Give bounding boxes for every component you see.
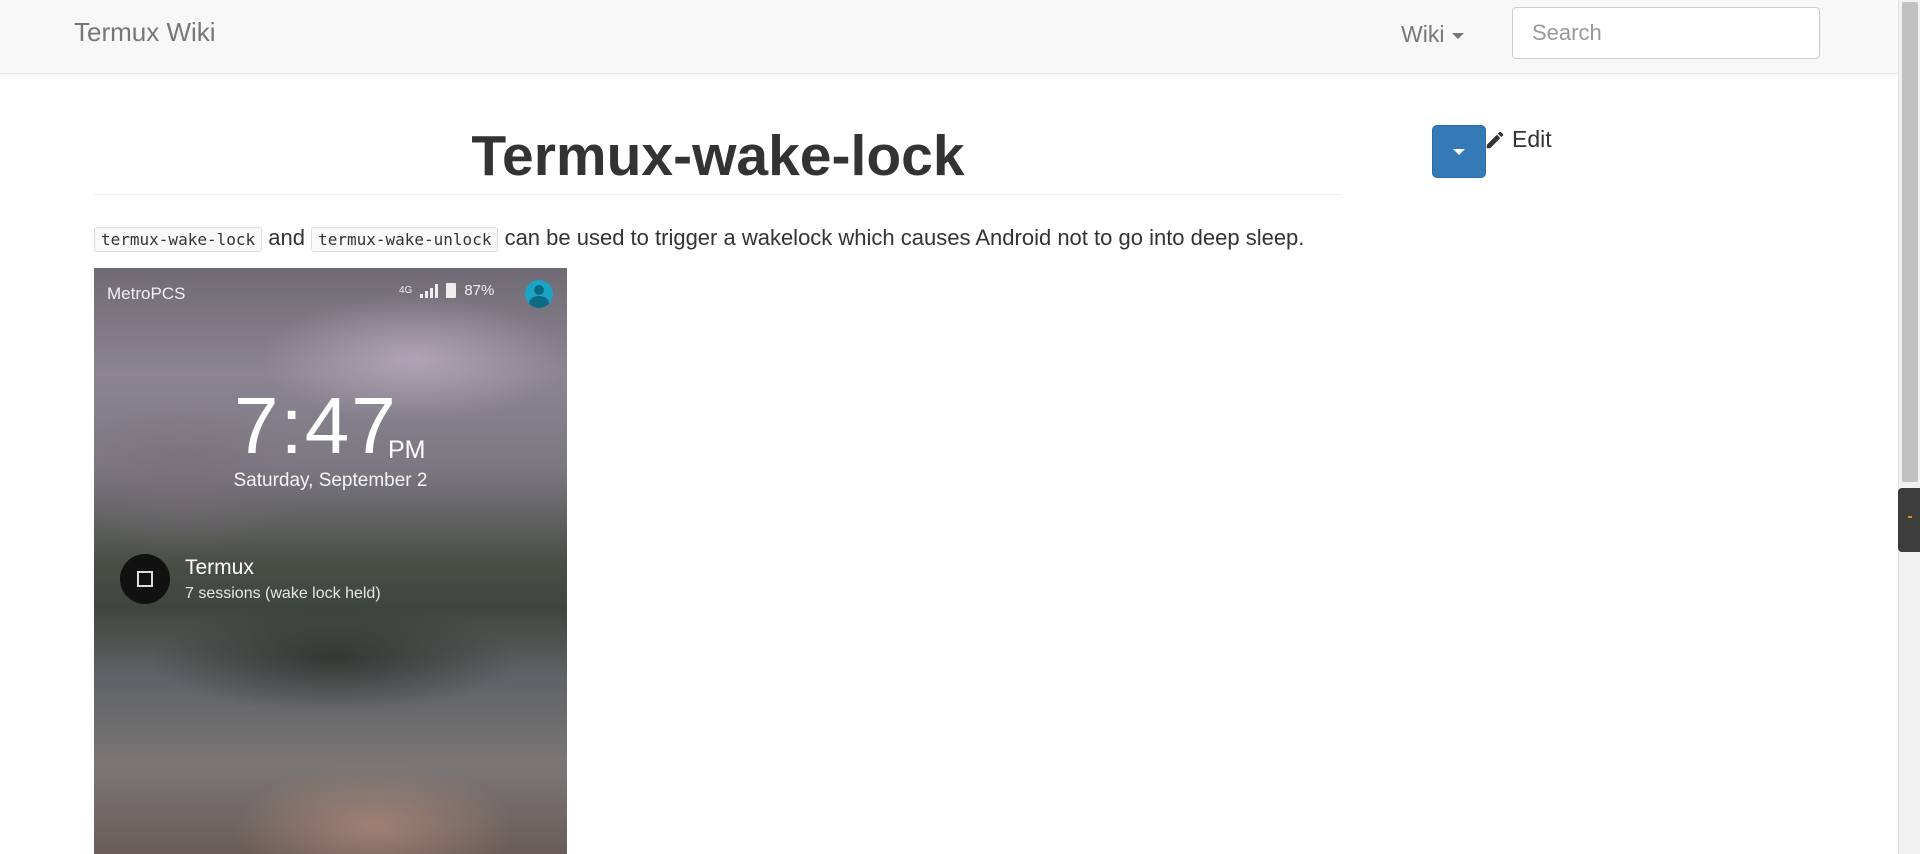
notification-text: 7 sessions (wake lock held): [185, 585, 381, 602]
termux-app-icon: [120, 554, 170, 604]
paragraph-text-and: and: [262, 225, 312, 250]
wiki-dropdown[interactable]: Wiki: [1401, 21, 1465, 48]
battery-icon: [446, 283, 457, 298]
intro-paragraph: termux-wake-lock and termux-wake-unlock …: [94, 224, 1304, 254]
caret-down-icon: [1452, 33, 1465, 39]
page-title: Termux-wake-lock: [471, 124, 965, 188]
carrier-label: MetroPCS: [107, 284, 186, 303]
user-avatar-icon: [525, 280, 553, 308]
code-termux-wake-lock: termux-wake-lock: [94, 227, 263, 252]
signal-icon: [420, 283, 439, 298]
caret-down-icon: [1453, 148, 1465, 155]
lockscreen-clock: 7:47: [234, 381, 398, 470]
title-divider: [94, 194, 1342, 195]
edit-label: Edit: [1512, 126, 1552, 152]
lockscreen-date: Saturday, September 2: [233, 470, 428, 491]
top-navbar: Termux Wiki Wiki: [0, 0, 1898, 74]
vertical-scrollbar[interactable]: [1898, 0, 1920, 854]
page-actions-dropdown-button[interactable]: [1432, 125, 1486, 178]
scrollbar-thumb[interactable]: [1902, 2, 1918, 482]
lockscreen-ampm: PM: [388, 436, 426, 464]
edit-link[interactable]: Edit: [1484, 126, 1552, 153]
status-icons: 4G 87%: [399, 282, 494, 299]
search-input[interactable]: [1512, 7, 1820, 59]
paragraph-text: can be used to trigger a wakelock which …: [498, 225, 1305, 250]
battery-percent: 87%: [464, 282, 495, 299]
brand-link[interactable]: Termux Wiki: [74, 17, 216, 48]
wiki-dropdown-label: Wiki: [1401, 21, 1445, 47]
code-termux-wake-unlock: termux-wake-unlock: [311, 227, 499, 252]
pencil-icon: [1486, 131, 1504, 148]
side-panel-handle[interactable]: [1898, 488, 1920, 552]
lockscreen-screenshot-image: MetroPCS 4G 87% 7:47 PM Saturday, Septem…: [94, 268, 567, 854]
notification-title: Termux: [185, 556, 254, 579]
network-type: 4G: [399, 285, 413, 296]
